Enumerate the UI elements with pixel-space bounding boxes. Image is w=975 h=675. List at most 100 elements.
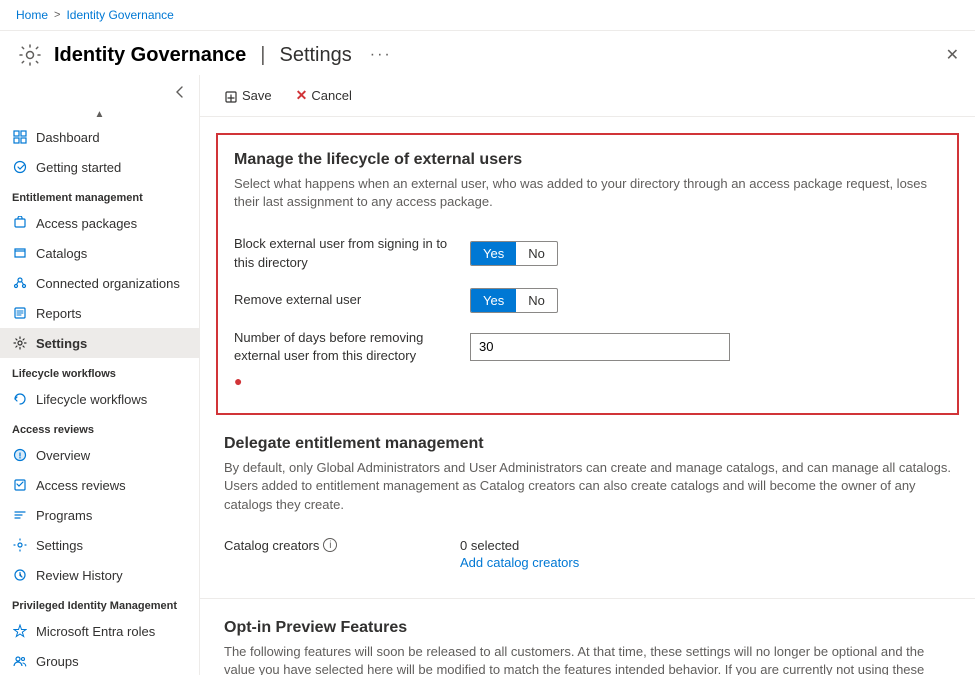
required-indicator: ●: [234, 373, 242, 389]
sidebar-collapse[interactable]: [0, 75, 199, 107]
sidebar-item-reports[interactable]: Reports: [0, 298, 199, 328]
days-input[interactable]: [470, 333, 730, 361]
catalog-info-icon[interactable]: i: [323, 538, 337, 552]
sidebar-label-lifecycle-workflows: Lifecycle workflows: [36, 392, 147, 407]
sidebar-item-settings[interactable]: Settings: [0, 328, 199, 358]
block-user-label: Block external user from signing in to t…: [234, 235, 454, 271]
cancel-button[interactable]: ✕ Cancel: [288, 83, 360, 108]
programs-icon: [12, 507, 28, 523]
sidebar-label-dashboard: Dashboard: [36, 130, 100, 145]
sidebar-label-reports: Reports: [36, 306, 82, 321]
groups-icon: [12, 653, 28, 669]
sidebar-item-catalogs[interactable]: Catalogs: [0, 238, 199, 268]
remove-user-label: Remove external user: [234, 291, 454, 309]
days-label: Number of days before removing external …: [234, 329, 454, 365]
sidebar-item-review-history[interactable]: Review History: [0, 560, 199, 590]
lifecycle-icon: [12, 391, 28, 407]
breadcrumb-home[interactable]: Home: [16, 8, 48, 22]
connected-orgs-icon: [12, 275, 28, 291]
access-packages-icon: [12, 215, 28, 231]
sidebar-item-getting-started[interactable]: Getting started: [0, 152, 199, 182]
page-title-divider: |: [260, 44, 265, 67]
block-user-toggle[interactable]: Yes No: [470, 241, 558, 266]
remove-user-toggle[interactable]: Yes No: [470, 288, 558, 313]
dashboard-icon: [12, 129, 28, 145]
sidebar: ▲ Dashboard Getting started Entitlement …: [0, 75, 200, 675]
entra-icon: [12, 623, 28, 639]
main-layout: ▲ Dashboard Getting started Entitlement …: [0, 75, 975, 675]
section-entitlement: Entitlement management: [0, 182, 199, 208]
breadcrumb-separator: >: [54, 9, 60, 21]
sidebar-item-lifecycle-workflows[interactable]: Lifecycle workflows: [0, 384, 199, 414]
sidebar-label-settings: Settings: [36, 336, 87, 351]
save-button[interactable]: Save: [216, 83, 280, 107]
scroll-up-indicator: ▲: [0, 107, 199, 122]
save-icon: [224, 87, 238, 103]
block-no-button[interactable]: No: [516, 242, 557, 265]
sidebar-item-ar-settings[interactable]: Settings: [0, 530, 199, 560]
content-scroll: Manage the lifecycle of external users S…: [200, 117, 975, 675]
sidebar-item-access-reviews[interactable]: Access reviews: [0, 470, 199, 500]
collapse-button[interactable]: [169, 79, 191, 103]
block-yes-button[interactable]: Yes: [471, 242, 516, 265]
access-reviews-icon: [12, 477, 28, 493]
section-pim: Privileged Identity Management: [0, 590, 199, 616]
section-lifecycle: Lifecycle workflows: [0, 358, 199, 384]
lifecycle-title: Manage the lifecycle of external users: [234, 151, 941, 169]
sidebar-label-entra-roles: Microsoft Entra roles: [36, 624, 155, 639]
catalogs-icon: [12, 245, 28, 261]
getting-started-icon: [12, 159, 28, 175]
sidebar-item-programs[interactable]: Programs: [0, 500, 199, 530]
content-area: Save ✕ Cancel Manage the lifecycle of ex…: [200, 75, 975, 675]
top-bar: Home > Identity Governance: [0, 0, 975, 31]
delegate-title: Delegate entitlement management: [224, 435, 951, 453]
optin-desc: The following features will soon be rele…: [224, 643, 951, 675]
remove-no-button[interactable]: No: [516, 289, 557, 312]
lifecycle-section: Manage the lifecycle of external users S…: [216, 133, 959, 415]
delegate-section: Delegate entitlement management By defau…: [200, 415, 975, 599]
catalog-creators-row: Catalog creators i 0 selected Add catalo…: [224, 530, 951, 578]
delegate-desc: By default, only Global Administrators a…: [224, 459, 951, 514]
page-subtitle: Settings: [279, 44, 351, 67]
sidebar-label-connected-orgs: Connected organizations: [36, 276, 180, 291]
close-button[interactable]: ✕: [946, 45, 959, 65]
lifecycle-desc: Select what happens when an external use…: [234, 175, 941, 211]
sidebar-label-review-history: Review History: [36, 568, 123, 583]
breadcrumb: Home > Identity Governance: [16, 8, 174, 22]
sidebar-label-overview: Overview: [36, 448, 90, 463]
add-catalog-creators-link[interactable]: Add catalog creators: [460, 555, 579, 570]
optin-section: Opt-in Preview Features The following fe…: [200, 599, 975, 675]
remove-yes-button[interactable]: Yes: [471, 289, 516, 312]
toolbar: Save ✕ Cancel: [200, 75, 975, 117]
sidebar-item-dashboard[interactable]: Dashboard: [0, 122, 199, 152]
days-row: Number of days before removing external …: [234, 321, 941, 397]
sidebar-label-ar-settings: Settings: [36, 538, 83, 553]
cancel-icon: ✕: [296, 87, 308, 104]
review-history-icon: [12, 567, 28, 583]
sidebar-label-getting-started: Getting started: [36, 160, 121, 175]
catalog-count: 0 selected: [460, 538, 579, 553]
sidebar-label-access-reviews: Access reviews: [36, 478, 126, 493]
sidebar-label-programs: Programs: [36, 508, 92, 523]
page-header: Identity Governance | Settings ··· ✕: [0, 31, 975, 75]
overview-icon: [12, 447, 28, 463]
settings-icon: [12, 335, 28, 351]
sidebar-item-entra-roles[interactable]: Microsoft Entra roles: [0, 616, 199, 646]
sidebar-item-overview[interactable]: Overview: [0, 440, 199, 470]
sidebar-item-groups[interactable]: Groups: [0, 646, 199, 675]
ar-settings-icon: [12, 537, 28, 553]
sidebar-label-groups: Groups: [36, 654, 79, 669]
catalog-creators-label: Catalog creators i: [224, 538, 444, 553]
breadcrumb-current[interactable]: Identity Governance: [66, 8, 173, 22]
block-user-row: Block external user from signing in to t…: [234, 227, 941, 279]
reports-icon: [12, 305, 28, 321]
sidebar-label-catalogs: Catalogs: [36, 246, 87, 261]
sidebar-item-connected-organizations[interactable]: Connected organizations: [0, 268, 199, 298]
remove-user-row: Remove external user Yes No: [234, 280, 941, 321]
page-header-icon: [16, 41, 44, 69]
catalog-creators-value: 0 selected Add catalog creators: [460, 538, 579, 570]
sidebar-item-access-packages[interactable]: Access packages: [0, 208, 199, 238]
section-access-reviews: Access reviews: [0, 414, 199, 440]
sidebar-label-access-packages: Access packages: [36, 216, 137, 231]
more-options-button[interactable]: ···: [370, 46, 392, 64]
